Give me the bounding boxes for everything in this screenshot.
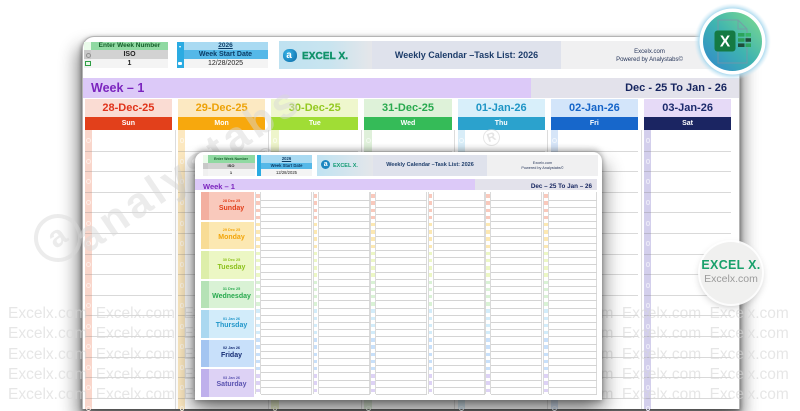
svg-text:X: X (720, 34, 731, 51)
